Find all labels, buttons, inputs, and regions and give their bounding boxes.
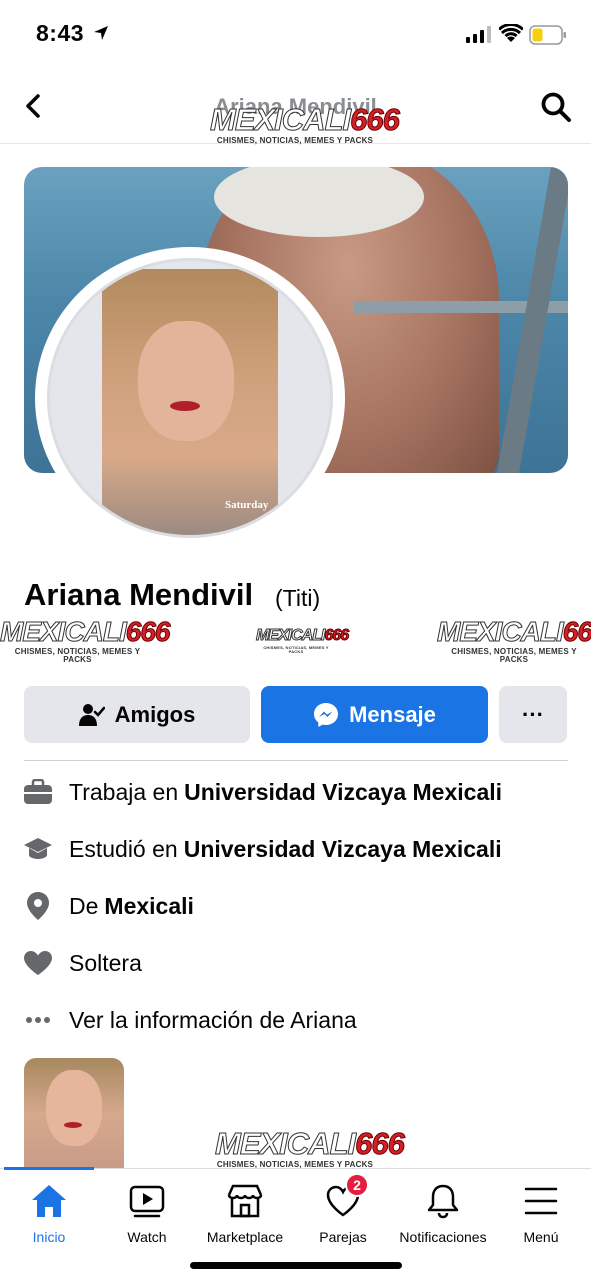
watermark-number: 666 [125, 616, 171, 647]
detail-work: Trabaja en Universidad Vizcaya Mexicali [22, 775, 502, 809]
watermark-brand: MEXICALI [214, 1126, 356, 1161]
watermark-logo: MEXICALI666 CHISMES, NOTICIAS, MEMES Y P… [255, 627, 349, 654]
detail-hometown-value[interactable]: Mexicali [104, 893, 194, 920]
status-time: 8:43 [36, 20, 85, 46]
more-dots-icon: ··· [522, 701, 544, 727]
friends-button-label: Amigos [114, 701, 196, 727]
more-dots-icon [22, 1004, 54, 1036]
menu-icon [521, 1181, 561, 1221]
location-pin-icon [22, 890, 54, 922]
watermark-tagline: CHISMES, NOTICIAS, MEMES Y PACKS [14, 647, 141, 664]
watermark-tagline: CHISMES, NOTICIAS, MEMES Y PACKS [451, 647, 577, 664]
briefcase-icon [22, 776, 54, 808]
detail-work-value[interactable]: Universidad Vizcaya Mexicali [184, 779, 502, 806]
home-icon [29, 1181, 69, 1221]
see-info-label: Ver la información de Ariana [69, 1006, 357, 1033]
tab-marketplace[interactable]: Marketplace [196, 1181, 294, 1245]
profile-name: Ariana Mendivil [24, 577, 254, 612]
tab-menu[interactable]: Menú [492, 1181, 590, 1245]
wifi-icon [499, 24, 523, 42]
active-tab-indicator [4, 1167, 94, 1170]
watermark-number: 666 [562, 616, 591, 647]
tab-label: Marketplace [206, 1229, 284, 1245]
watermark-brand: MEXICALI [209, 102, 351, 137]
detail-hometown-prefix: De [69, 892, 99, 919]
watermark-tagline: CHISMES, NOTICIAS, MEMES Y PACKS [263, 645, 329, 654]
avatar-lips [170, 401, 200, 411]
heart-icon [22, 947, 54, 979]
home-indicator [190, 1262, 402, 1269]
watermark-brand: MEXICALI [255, 627, 325, 644]
detail-education-value[interactable]: Universidad Vizcaya Mexicali [184, 836, 502, 863]
watermark-number: 666 [324, 627, 350, 644]
notification-badge: 2 [345, 1173, 369, 1197]
watermark-number: 666 [350, 102, 401, 137]
friend-check-icon [78, 703, 105, 726]
more-options-button[interactable]: ··· [499, 686, 567, 743]
profile-avatar[interactable]: Saturday [47, 258, 333, 538]
message-button-label: Mensaje [349, 701, 436, 727]
detail-education-prefix: Estudió en [69, 835, 178, 862]
graduation-cap-icon [22, 833, 54, 865]
watermark-logo: MEXICALI666 CHISMES, NOTICIAS, MEMES Y P… [437, 616, 591, 664]
message-button[interactable]: Mensaje [261, 686, 488, 743]
bell-icon [423, 1181, 463, 1221]
avatar-face [138, 321, 234, 441]
search-icon[interactable] [540, 91, 572, 123]
featured-photo[interactable] [24, 1058, 124, 1170]
tab-watch[interactable]: Watch [98, 1181, 196, 1245]
friends-button[interactable]: Amigos [24, 686, 250, 743]
tab-label: Menú [523, 1229, 559, 1245]
watermark-logo: MEXICALI666 CHISMES, NOTICIAS, MEMES Y P… [0, 616, 171, 664]
watermark-brand: MEXICALI [0, 616, 127, 647]
status-bar: 8:43 [0, 0, 591, 70]
cover-frame [497, 167, 568, 473]
signal-icon [466, 26, 491, 43]
store-icon [225, 1181, 265, 1221]
tab-label: Watch [127, 1229, 167, 1245]
tab-label: Parejas [319, 1229, 367, 1245]
watermark-tagline: CHISMES, NOTICIAS, MEMES Y PACKS [216, 136, 374, 145]
detail-hometown: De Mexicali [22, 889, 194, 923]
location-arrow-icon [94, 26, 108, 40]
detail-work-prefix: Trabaja en [69, 778, 179, 805]
featured-lips [64, 1122, 82, 1128]
profile-alias: (Titi) [275, 585, 321, 611]
dating-heart-icon: 2 [323, 1173, 369, 1221]
featured-face [46, 1070, 102, 1146]
tab-parejas[interactable]: 2 Parejas [294, 1173, 392, 1245]
watermark-number: 666 [355, 1126, 406, 1161]
watermark-logo: MEXICALI666 CHISMES, NOTICIAS, MEMES Y P… [214, 1126, 405, 1169]
watermark-brand: MEXICALI [437, 616, 565, 647]
detail-relationship: Soltera [22, 946, 142, 980]
messenger-icon [314, 702, 339, 727]
detail-see-info[interactable]: Ver la información de Ariana [22, 1003, 357, 1037]
avatar-caption: Saturday [225, 499, 269, 511]
tab-notificaciones[interactable]: Notificaciones [392, 1181, 494, 1245]
watermark-logo: MEXICALI666 CHISMES, NOTICIAS, MEMES Y P… [209, 102, 400, 145]
battery-icon [529, 25, 566, 45]
tab-label: Notificaciones [399, 1229, 487, 1245]
tab-inicio[interactable]: Inicio [0, 1181, 98, 1245]
video-icon [127, 1181, 167, 1221]
detail-relationship-label: Soltera [69, 949, 142, 976]
divider [24, 760, 568, 761]
detail-education: Estudió en Universidad Vizcaya Mexicali [22, 832, 502, 866]
tab-label: Inicio [32, 1229, 66, 1245]
